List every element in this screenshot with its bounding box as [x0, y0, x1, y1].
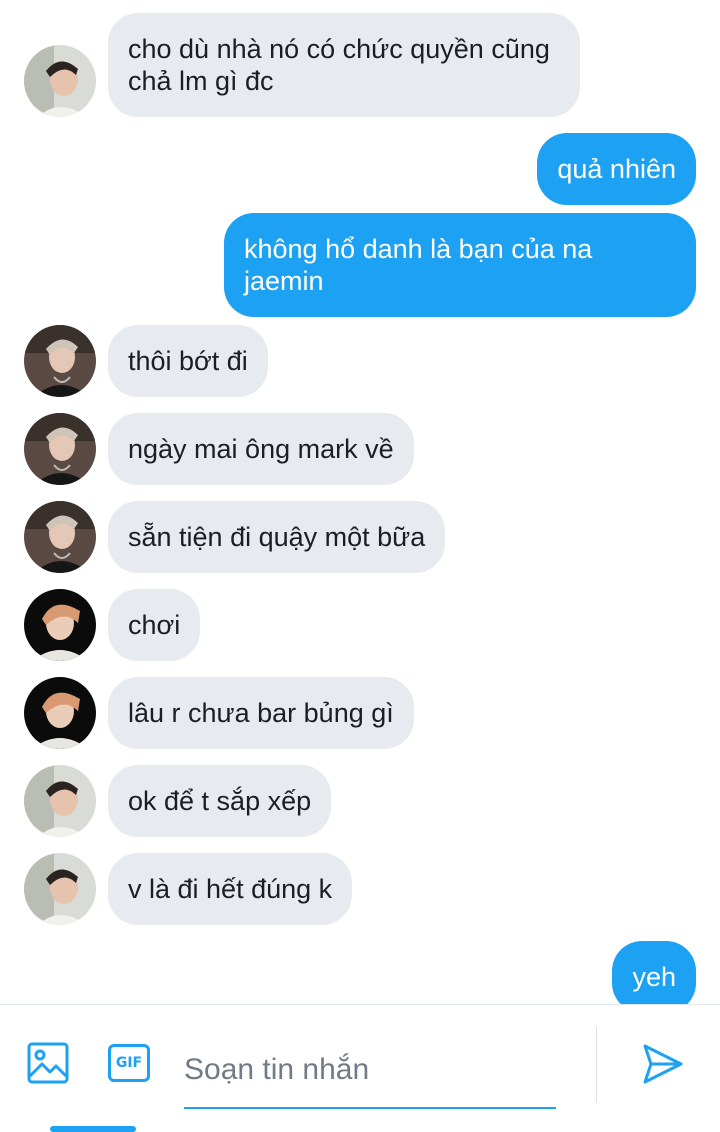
gif-label: GIF: [108, 1044, 150, 1082]
incoming-message[interactable]: ok để t sắp xếp: [108, 765, 332, 837]
message-composer: GIF: [0, 1004, 720, 1132]
nav-indicator: [50, 1126, 136, 1132]
outgoing-message[interactable]: không hổ danh là bạn của na jaemin: [224, 213, 696, 317]
incoming-message[interactable]: ngày mai ông mark về: [108, 413, 414, 485]
avatar[interactable]: [24, 413, 96, 485]
divider: [596, 1027, 597, 1103]
incoming-message[interactable]: v là đi hết đúng k: [108, 853, 353, 925]
incoming-message[interactable]: cho dù nhà nó có chức quyền cũng chả lm …: [108, 13, 580, 117]
incoming-message[interactable]: chơi: [108, 589, 201, 661]
incoming-message[interactable]: thôi bớt đi: [108, 325, 268, 397]
avatar[interactable]: [24, 45, 96, 117]
avatar[interactable]: [24, 765, 96, 837]
image-icon[interactable]: [26, 1041, 70, 1085]
incoming-message[interactable]: lâu r chưa bar bủng gì: [108, 677, 414, 749]
message-input[interactable]: [184, 1033, 556, 1109]
avatar[interactable]: [24, 853, 96, 925]
send-icon[interactable]: [640, 1041, 686, 1087]
incoming-message[interactable]: sẵn tiện đi quậy một bữa: [108, 501, 446, 573]
avatar[interactable]: [24, 589, 96, 661]
message-thread[interactable]: cho dù nhà nó có chức quyền cũng chả lm …: [0, 0, 720, 1004]
outgoing-message[interactable]: quả nhiên: [537, 133, 696, 205]
avatar[interactable]: [24, 501, 96, 573]
outgoing-message[interactable]: yeh: [612, 941, 696, 1004]
avatar[interactable]: [24, 677, 96, 749]
avatar[interactable]: [24, 325, 96, 397]
gif-icon[interactable]: GIF: [106, 1041, 152, 1085]
dm-screen: cho dù nhà nó có chức quyền cũng chả lm …: [0, 0, 720, 1132]
